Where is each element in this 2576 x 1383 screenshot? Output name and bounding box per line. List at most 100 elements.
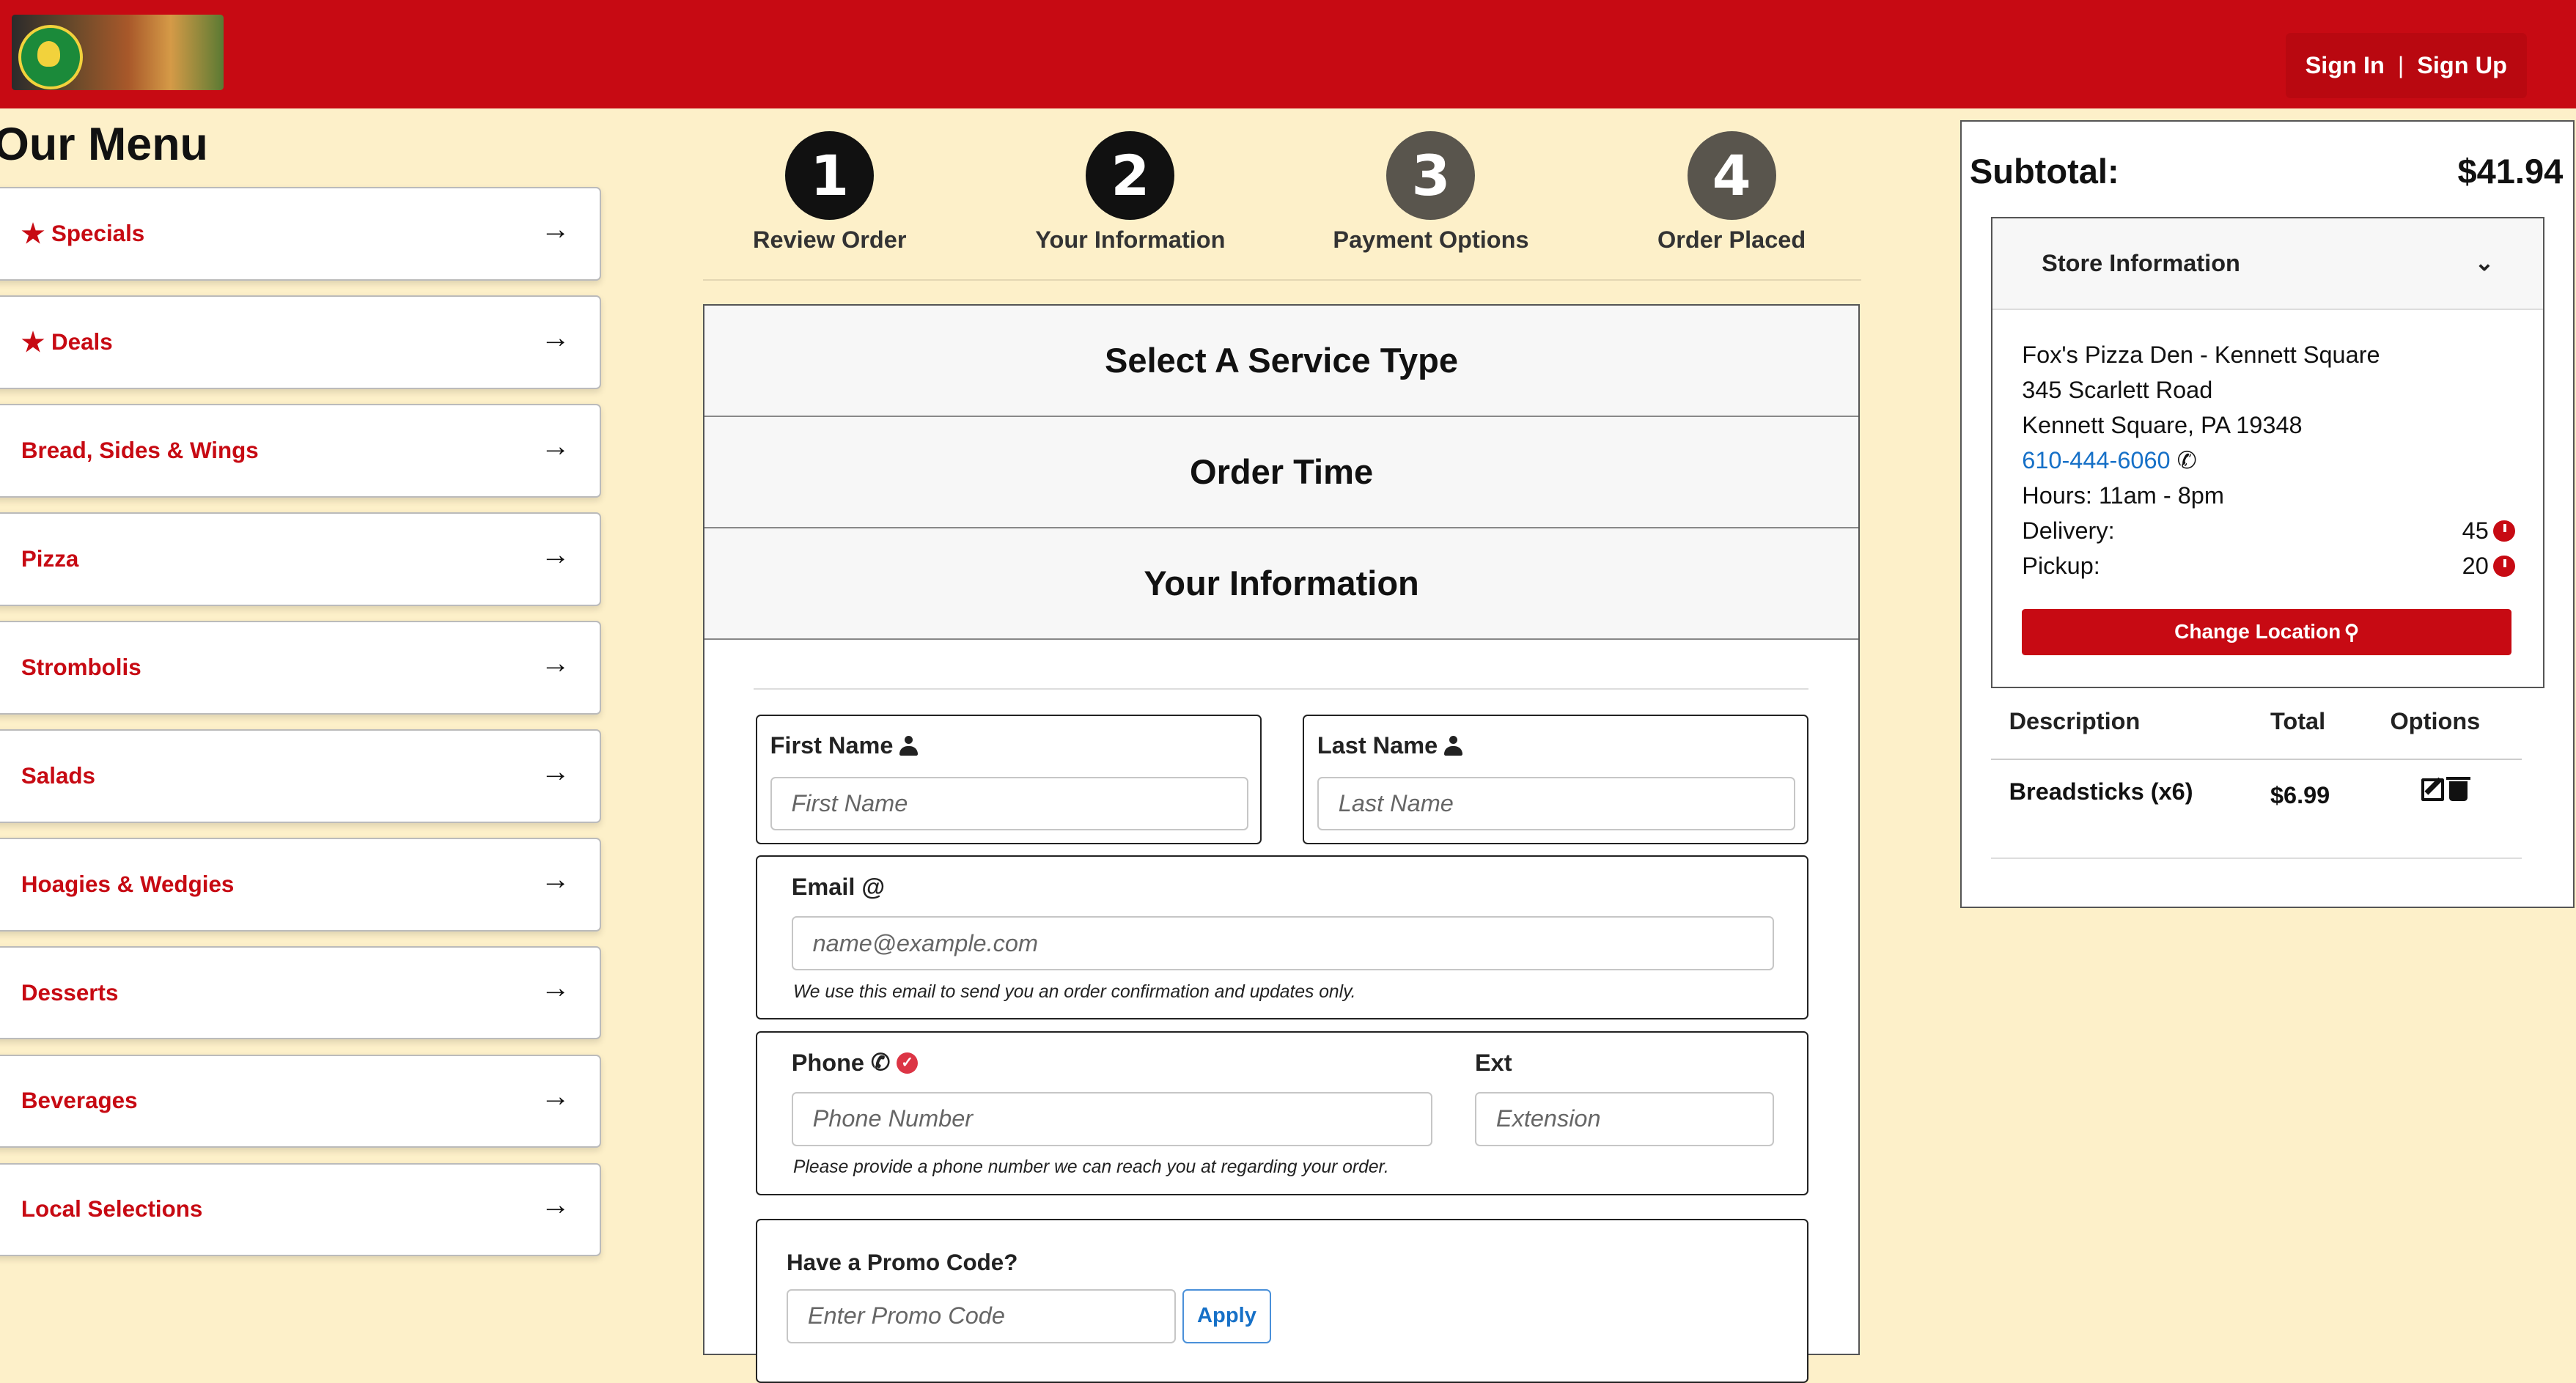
arrow-right-icon: → bbox=[540, 428, 570, 462]
menu-item-beverages[interactable]: Beverages → bbox=[0, 1054, 602, 1148]
arrow-right-icon: → bbox=[540, 645, 570, 679]
store-logo[interactable] bbox=[11, 15, 224, 91]
auth-separator: | bbox=[2397, 52, 2404, 79]
store-hours: Hours: 11am - 8pm bbox=[2022, 482, 2224, 509]
menu-item-label: Specials bbox=[51, 221, 145, 247]
menu-item-label: Deals bbox=[51, 329, 113, 355]
column-header-description: Description bbox=[2009, 707, 2141, 734]
arrow-right-icon: → bbox=[540, 970, 570, 1005]
arrow-right-icon: → bbox=[540, 536, 570, 571]
checkout-progress-steps: 1 Review Order 2 Your Information 3 Paym… bbox=[703, 131, 1862, 281]
apply-promo-button[interactable]: Apply bbox=[1182, 1288, 1271, 1343]
promo-code-input[interactable] bbox=[786, 1288, 1177, 1343]
first-name-group: First Name bbox=[755, 714, 1262, 844]
section-order-time[interactable]: Order Time bbox=[704, 416, 1858, 528]
last-name-input[interactable] bbox=[1317, 776, 1796, 831]
step-label: Your Information bbox=[1035, 226, 1226, 254]
chevron-down-icon: ⌄ bbox=[2474, 250, 2494, 276]
menu-item-label: Beverages bbox=[21, 1088, 138, 1114]
menu-category-list: ★ Specials → ★ Deals → Bread, Sides & Wings →… bbox=[0, 187, 602, 1271]
store-address-line2: Kennett Square, PA 19348 bbox=[2022, 412, 2303, 439]
first-name-label: First Name bbox=[770, 732, 894, 759]
column-header-options: Options bbox=[2390, 707, 2481, 734]
clock-icon bbox=[2493, 556, 2515, 578]
promo-group: Have a Promo Code? Apply bbox=[755, 1218, 1809, 1383]
phone-input[interactable] bbox=[791, 1091, 1432, 1146]
menu-item-label: Desserts bbox=[21, 979, 119, 1006]
check-circle-icon: ✓ bbox=[897, 1052, 919, 1074]
change-location-label: Change Location bbox=[2174, 620, 2341, 643]
store-info-toggle[interactable]: Store Information ⌄ bbox=[1992, 218, 2544, 311]
menu-item-strombolis[interactable]: Strombolis → bbox=[0, 621, 602, 715]
arrow-right-icon: → bbox=[540, 1079, 570, 1113]
store-phone-link[interactable]: 610-444-6060 bbox=[2022, 447, 2170, 473]
table-divider bbox=[1990, 759, 2522, 760]
store-details: Fox's Pizza Den - Kennett Square 345 Sca… bbox=[2022, 338, 2515, 584]
star-icon: ★ bbox=[21, 327, 45, 357]
subtotal-label: Subtotal: bbox=[1969, 151, 2119, 191]
logo-badge-icon bbox=[18, 24, 84, 90]
phone-help-text: Please provide a phone number we can rea… bbox=[792, 1157, 1389, 1178]
arrow-right-icon: → bbox=[540, 1187, 570, 1222]
step-label: Order Placed bbox=[1657, 226, 1806, 254]
last-name-group: Last Name bbox=[1302, 714, 1809, 844]
menu-item-pizza[interactable]: Pizza → bbox=[0, 512, 602, 606]
step-label: Review Order bbox=[753, 226, 907, 254]
menu-item-desserts[interactable]: Desserts → bbox=[0, 945, 602, 1040]
step-payment-options: 3 Payment Options bbox=[1283, 131, 1578, 254]
divider bbox=[754, 687, 1809, 690]
step-order-placed: 4 Order Placed bbox=[1583, 131, 1879, 254]
ext-label: Ext bbox=[1475, 1049, 1512, 1076]
star-icon: ★ bbox=[21, 218, 45, 248]
step-label: Payment Options bbox=[1333, 226, 1529, 254]
clock-icon bbox=[2493, 520, 2515, 542]
promo-label: Have a Promo Code? bbox=[786, 1249, 1018, 1275]
sign-in-link[interactable]: Sign In bbox=[2305, 52, 2385, 79]
menu-item-label: Strombolis bbox=[21, 654, 141, 680]
menu-title: Our Menu bbox=[0, 119, 208, 171]
arrow-right-icon: → bbox=[540, 320, 570, 355]
sign-up-link[interactable]: Sign Up bbox=[2417, 52, 2507, 79]
email-label: Email @ bbox=[791, 873, 886, 900]
first-name-input[interactable] bbox=[770, 776, 1248, 831]
step-number: 3 bbox=[1386, 131, 1476, 221]
step-your-information[interactable]: 2 Your Information bbox=[982, 131, 1278, 254]
cart-panel: Subtotal: $41.94 Store Information ⌄ Fox… bbox=[1959, 119, 2575, 909]
user-icon bbox=[899, 736, 919, 756]
menu-item-local-selections[interactable]: Local Selections → bbox=[0, 1162, 602, 1257]
email-group: Email @ We use this email to send you an… bbox=[755, 855, 1809, 1020]
menu-item-label: Salads bbox=[21, 762, 95, 789]
menu-item-bread-sides-wings[interactable]: Bread, Sides & Wings → bbox=[0, 404, 602, 498]
step-review-order[interactable]: 1 Review Order bbox=[682, 131, 977, 254]
menu-item-hoagies-wedgies[interactable]: Hoagies & Wedgies → bbox=[0, 837, 602, 932]
section-service-type[interactable]: Select A Service Type bbox=[704, 305, 1858, 417]
column-header-total: Total bbox=[2270, 707, 2326, 734]
table-divider bbox=[1990, 857, 2522, 859]
auth-links: Sign In | Sign Up bbox=[2285, 32, 2527, 99]
top-navbar: Sign In | Sign Up bbox=[0, 0, 2576, 108]
phone-icon: ✆ bbox=[2176, 447, 2197, 474]
change-location-button[interactable]: Change Location ⚲ bbox=[2022, 608, 2512, 655]
pickup-label: Pickup: bbox=[2022, 552, 2100, 579]
menu-item-deals[interactable]: ★ Deals → bbox=[0, 295, 602, 390]
checkout-card: Select A Service Type Order Time Your In… bbox=[703, 303, 1860, 1383]
email-input[interactable] bbox=[791, 916, 1774, 970]
menu-item-label: Pizza bbox=[21, 546, 79, 572]
delivery-time: 45 bbox=[2462, 517, 2489, 544]
store-info-card: Store Information ⌄ Fox's Pizza Den - Ke… bbox=[1990, 216, 2545, 688]
last-name-label: Last Name bbox=[1317, 732, 1438, 759]
arrow-right-icon: → bbox=[540, 212, 570, 246]
menu-item-label: Bread, Sides & Wings bbox=[21, 438, 259, 464]
user-icon bbox=[1444, 736, 1462, 756]
menu-item-specials[interactable]: ★ Specials → bbox=[0, 187, 602, 281]
pickup-time: 20 bbox=[2462, 552, 2489, 579]
extension-input[interactable] bbox=[1475, 1091, 1774, 1146]
phone-icon: ✆ bbox=[870, 1050, 891, 1076]
menu-item-salads[interactable]: Salads → bbox=[0, 729, 602, 823]
trash-icon[interactable] bbox=[2446, 776, 2471, 802]
map-marker-icon: ⚲ bbox=[2344, 620, 2360, 643]
phone-group: Phone✆ ✓ Ext Please provide a phone numbe… bbox=[755, 1031, 1809, 1196]
edit-icon[interactable] bbox=[2421, 778, 2445, 802]
section-your-information[interactable]: Your Information bbox=[704, 528, 1858, 641]
step-number: 1 bbox=[785, 131, 875, 221]
